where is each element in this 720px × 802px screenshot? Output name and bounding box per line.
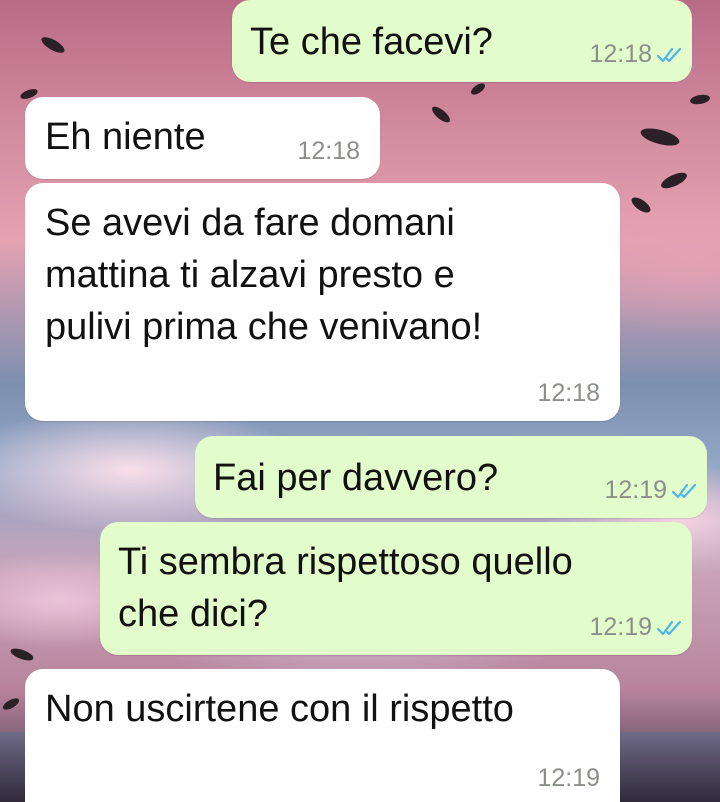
double-check-icon	[671, 483, 697, 499]
incoming-message-bubble[interactable]: Non uscirtene con il rispetto 12:19	[25, 669, 620, 802]
message-time: 12:19	[604, 476, 667, 504]
double-check-icon	[656, 47, 682, 63]
message-meta: 12:19	[589, 613, 682, 641]
incoming-message-bubble[interactable]: Se avevi da fare domani mattina ti alzav…	[25, 183, 620, 421]
double-check-icon	[656, 620, 682, 636]
message-time: 12:19	[589, 613, 652, 641]
message-text: Se avevi da fare domani mattina ti alzav…	[45, 202, 483, 348]
message-meta: 12:19	[604, 476, 697, 504]
message-time: 12:19	[537, 764, 600, 792]
outgoing-message-bubble[interactable]: Te che facevi? 12:18	[232, 0, 692, 82]
outgoing-message-bubble[interactable]: Ti sembra rispettoso quello che dici? 12…	[100, 522, 692, 655]
message-text: Non uscirtene con il rispetto	[45, 688, 514, 730]
message-meta: 12:18	[589, 40, 682, 68]
message-time: 12:18	[537, 379, 600, 407]
message-time: 12:18	[589, 40, 652, 68]
incoming-message-bubble[interactable]: Eh niente 12:18	[25, 97, 380, 179]
message-time: 12:18	[297, 137, 360, 165]
outgoing-message-bubble[interactable]: Fai per davvero? 12:19	[195, 436, 707, 518]
